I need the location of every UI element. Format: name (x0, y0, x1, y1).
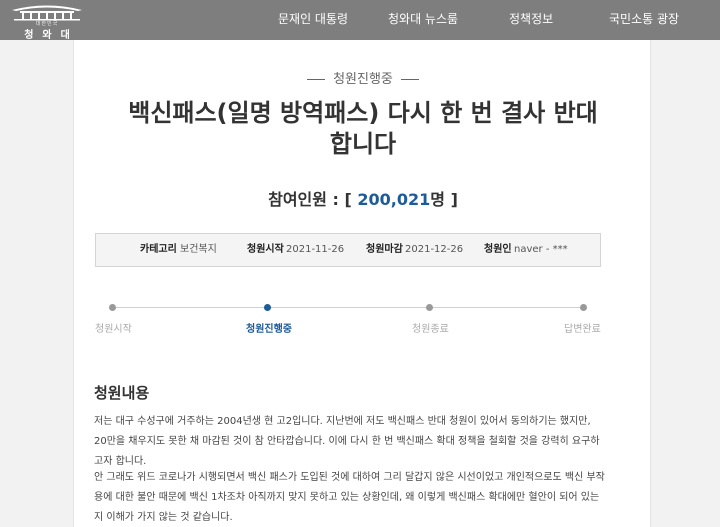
progress-dot-current (264, 304, 271, 311)
end-date-value: 2021-12-26 (405, 244, 464, 255)
petition-title: 백신패스(일명 방역패스) 다시 한 번 결사 반대 합니다 (114, 98, 612, 160)
petition-status: 청원진행중 (333, 72, 393, 87)
petition-status-line: 청원진행중 (74, 68, 652, 87)
progress-dot (426, 304, 433, 311)
category-value: 보건복지 (180, 244, 217, 255)
participants-count: 참여인원 : [ 200,021명 ] (74, 186, 652, 210)
petition-info-box: 카테고리 보건복지 청원시작 2021-11-26 청원마감 2021-12-2… (95, 233, 601, 267)
divider (400, 79, 419, 80)
nav-president[interactable]: 문재인 대통령 (278, 0, 348, 40)
nav-communication-square[interactable]: 국민소통 광장 (609, 0, 679, 40)
petition-card: 청원진행중 백신패스(일명 방역패스) 다시 한 번 결사 반대 합니다 참여인… (73, 40, 651, 527)
nav-newsroom[interactable]: 청와대 뉴스룸 (388, 0, 458, 40)
participants-number: 200,021 (357, 190, 431, 209)
start-date-value: 2021-11-26 (286, 244, 345, 255)
participants-label: 참여인원 : [ (268, 190, 352, 209)
blue-house-roof-icon (12, 5, 82, 21)
step-label-closed: 청원종료 (412, 324, 449, 335)
cheongwadae-logo[interactable]: 대한민국 청와대 (6, 1, 88, 41)
start-date-label: 청원시작 (247, 244, 284, 255)
progress-dot (109, 304, 116, 311)
top-navigation-bar: 대한민국 청와대 문재인 대통령 청와대 뉴스룸 정책정보 국민소통 광장 (0, 0, 720, 41)
divider (307, 79, 326, 80)
logo-title: 청와대 (24, 30, 79, 41)
end-date-label: 청원마감 (366, 244, 403, 255)
progress-dot (580, 304, 587, 311)
participants-close: ] (450, 190, 458, 209)
petition-paragraph: 저는 대구 수성구에 거주하는 2004년생 현 고2입니다. 지난번에 저도 … (94, 416, 600, 467)
progress-track (112, 307, 584, 308)
nav-policy-info[interactable]: 정책정보 (509, 0, 553, 40)
step-label-start: 청원시작 (95, 324, 132, 335)
step-label-in-progress: 청원진행중 (246, 324, 292, 335)
step-label-answered: 답변완료 (564, 324, 601, 335)
content-section-title: 청원내용 (94, 384, 150, 402)
participants-unit: 명 (430, 190, 446, 209)
author-value: naver - *** (514, 244, 568, 255)
author-label: 청원인 (484, 244, 512, 255)
petition-title-line: 합니다 (329, 130, 397, 158)
petition-paragraph: 안 그래도 위드 코로나가 시행되면서 백신 패스가 도입된 것에 대하여 그리… (94, 472, 605, 523)
petition-title-line: 백신패스(일명 방역패스) 다시 한 번 결사 반대 (128, 99, 598, 127)
category-label: 카테고리 (140, 244, 177, 255)
